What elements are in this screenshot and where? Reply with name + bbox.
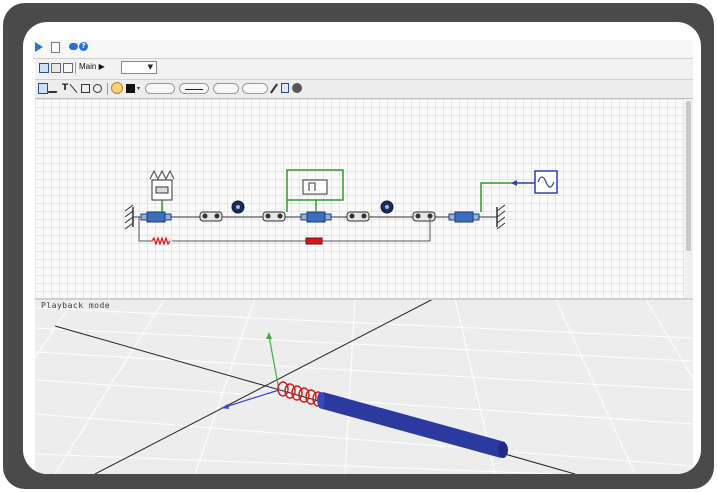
signal-input[interactable] [480, 180, 535, 212]
lower-connection [138, 217, 365, 242]
menu-bar: ? [33, 40, 693, 59]
diagram-view-icon[interactable] [51, 63, 61, 73]
play-icon[interactable]: ▶ [99, 62, 105, 71]
revolute-joint-4[interactable] [412, 211, 436, 222]
settings-icon[interactable] [292, 83, 302, 93]
line-icon[interactable] [47, 84, 62, 93]
revolute-joint-3[interactable] [346, 211, 370, 222]
diagram-canvas[interactable] [35, 99, 686, 307]
frame-marker-1[interactable] [231, 200, 245, 214]
rod-body-3d [317, 392, 508, 458]
model-dropdown[interactable]: ▼ [121, 61, 157, 74]
line-thickness-icon[interactable] [213, 83, 239, 94]
animation-3d-view[interactable]: Playback mode [35, 298, 693, 474]
body-cylinder-3[interactable] [448, 211, 480, 223]
controller-subsystem[interactable] [286, 169, 344, 212]
damper-component[interactable] [305, 237, 323, 245]
toolbar-separator [107, 83, 108, 95]
body-cylinder-2[interactable] [300, 211, 332, 223]
toolbar-separator [75, 62, 76, 74]
help-icon[interactable]: ? [79, 42, 88, 51]
text-view-icon[interactable] [63, 63, 73, 73]
line-color-icon[interactable] [126, 84, 135, 93]
arrow-style-icon[interactable] [145, 83, 175, 94]
chevron-down-icon[interactable]: ▾ [137, 85, 140, 92]
device-frame: ? Main ▶ ▼ T ▾ Playback mode [3, 3, 714, 489]
application-window: ? Main ▶ ▼ T ▾ Playback mode [23, 22, 701, 474]
main-toolbar: Main ▶ ▼ [35, 59, 693, 80]
ellipse-icon[interactable] [93, 84, 102, 93]
fill-color-icon[interactable] [111, 82, 123, 94]
revolute-joint-1[interactable] [199, 211, 223, 222]
model-diagram [124, 169, 558, 246]
line-style-icon[interactable] [179, 83, 209, 94]
pen-icon[interactable] [270, 83, 278, 94]
diagonal-line-icon[interactable] [69, 83, 78, 94]
animation-scene [35, 298, 693, 474]
sine-source[interactable] [534, 170, 558, 194]
body-cylinder-1[interactable] [140, 211, 172, 223]
vertical-scrollbar[interactable] [685, 99, 693, 307]
play-icon[interactable] [35, 42, 43, 52]
arrow-head-icon[interactable] [242, 83, 268, 94]
scroll-thumb[interactable] [686, 101, 691, 251]
chat-icon[interactable] [69, 43, 78, 50]
rectangle-icon[interactable] [81, 84, 90, 93]
icon-view-icon[interactable] [39, 63, 49, 73]
revolute-joint-2[interactable] [262, 211, 286, 222]
document-icon[interactable] [51, 42, 60, 53]
drawing-toolbar: T ▾ [35, 80, 693, 99]
playback-status: Playback mode [41, 301, 111, 310]
chevron-down-icon: ▼ [147, 63, 153, 71]
z-axis-line [94, 298, 436, 474]
frame-marker-2[interactable] [380, 200, 394, 214]
spring-3d [277, 381, 324, 407]
main-label: Main ▶ [79, 62, 105, 71]
fixed-right-component[interactable] [496, 204, 506, 230]
spring-component[interactable] [151, 236, 172, 246]
coordinate-axes [221, 332, 280, 409]
view-splitter[interactable] [35, 298, 693, 300]
fixed-left-component[interactable] [124, 204, 134, 230]
ground-grid [35, 298, 693, 474]
page-icon[interactable] [281, 83, 289, 93]
sensor-block-left[interactable] [149, 169, 175, 212]
